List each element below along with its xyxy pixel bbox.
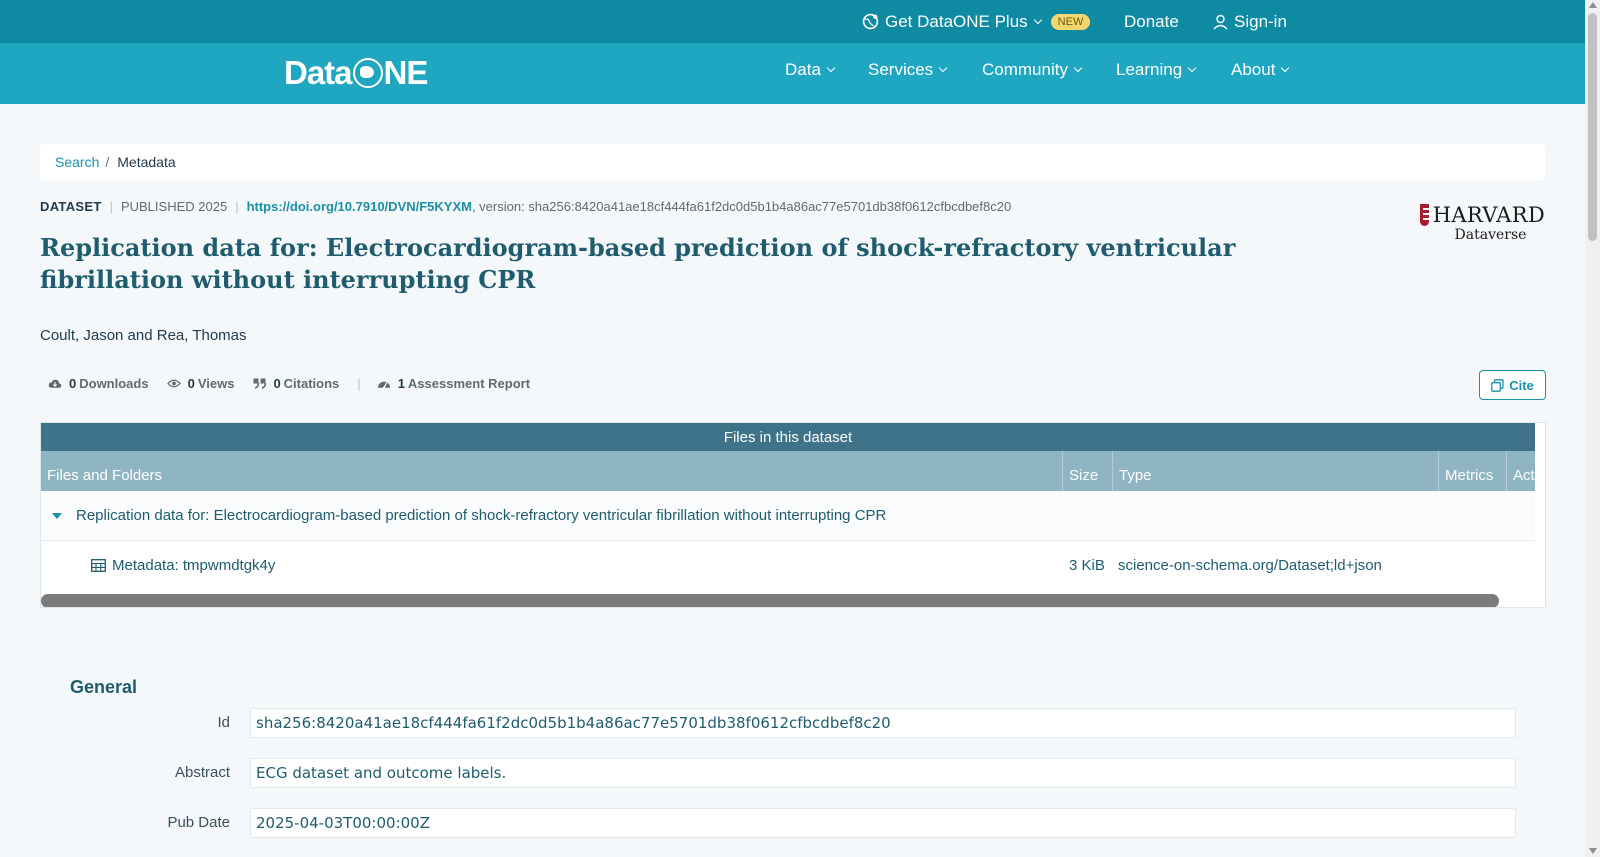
nav-data[interactable]: Data: [785, 60, 836, 80]
table-row[interactable]: Metadata: tmpwmdtgk4y 3 KiB science-on-s…: [41, 541, 1535, 589]
chevron-down-icon: [1073, 63, 1083, 73]
file-name-cell[interactable]: Metadata: tmpwmdtgk4y: [91, 541, 275, 589]
new-badge: NEW: [1050, 13, 1091, 30]
column-header-files[interactable]: Files and Folders: [41, 451, 1063, 491]
page-title: Replication data for: Electrocardiogram-…: [40, 233, 1236, 294]
package-row[interactable]: Replication data for: Electrocardiogram-…: [41, 491, 1535, 541]
breadcrumb-current: Metadata: [117, 154, 176, 170]
globe-icon: [862, 13, 879, 30]
views-count: 0: [187, 376, 195, 391]
column-header-metrics[interactable]: Metrics: [1439, 451, 1507, 491]
id-label: Id: [217, 714, 230, 731]
harvard-dataverse-logo[interactable]: HARVARD Dataverse: [1420, 203, 1545, 243]
logo-text-right: NE: [383, 54, 429, 91]
dataset-meta-line: DATASET | PUBLISHED 2025 | https://doi.o…: [40, 199, 1011, 214]
harvard-shield-icon: [1420, 204, 1435, 226]
metrics-divider: |: [357, 376, 361, 391]
chevron-down-icon: [826, 63, 836, 73]
nav-community-label: Community: [982, 60, 1068, 79]
chevron-down-icon: [1281, 63, 1290, 73]
version-text: , version: sha256:8420a41ae18cf444fa61f2…: [471, 199, 1012, 214]
cite-button[interactable]: Cite: [1479, 370, 1546, 400]
eye-icon: [166, 378, 181, 390]
globe-logo-icon: [352, 58, 383, 88]
meta-divider: |: [109, 199, 113, 214]
citations-metric[interactable]: 0 Citations: [252, 376, 339, 391]
repository-sub: Dataverse: [1454, 227, 1527, 243]
files-table-header: Files and Folders Size Type Metrics Act: [41, 451, 1535, 491]
files-table-caption: Files in this dataset: [41, 423, 1535, 451]
cite-label: Cite: [1509, 377, 1534, 393]
file-name: Metadata: tmpwmdtgk4y: [112, 556, 276, 574]
chevron-down-icon: [1187, 63, 1197, 73]
nav-data-label: Data: [785, 60, 821, 79]
id-value: sha256:8420a41ae18cf444fa61f2dc0d5b1b4a8…: [250, 708, 1516, 738]
downloads-count: 0: [69, 376, 77, 391]
get-dataone-plus-label: Get DataONE Plus: [885, 11, 1028, 31]
assessment-metric[interactable]: 1 Assessment Report: [377, 376, 530, 391]
authors: Coult, Jason and Rea, Thomas: [40, 327, 247, 344]
copy-icon: [1491, 378, 1504, 392]
sign-in-label: Sign-in: [1234, 11, 1287, 31]
caret-down-icon[interactable]: [52, 512, 62, 519]
downloads-metric[interactable]: 0 Downloads: [48, 376, 149, 391]
nav-services[interactable]: Services: [868, 60, 948, 80]
assessment-label: Assessment Report: [407, 376, 531, 391]
breadcrumb: Search / Metadata: [40, 144, 1545, 180]
citations-count: 0: [273, 376, 281, 391]
general-heading: General: [70, 677, 138, 697]
column-header-actions[interactable]: Act: [1507, 451, 1545, 491]
scrollbar-thumb[interactable]: [1588, 13, 1597, 241]
column-header-size[interactable]: Size: [1063, 451, 1113, 491]
dataset-type-label: DATASET: [40, 199, 102, 214]
doi-link[interactable]: https://doi.org/10.7910/DVN/F5KYXM: [247, 199, 472, 214]
nav-community[interactable]: Community: [982, 60, 1083, 80]
table-icon: [91, 558, 106, 572]
chevron-down-icon: [938, 63, 948, 73]
abstract-label: Abstract: [174, 764, 230, 781]
nav-learning-label: Learning: [1116, 60, 1183, 79]
gauge-icon: [377, 378, 391, 390]
views-metric[interactable]: 0 Views: [166, 376, 235, 391]
chevron-down-icon: [1033, 15, 1042, 24]
table-horizontal-scrollbar[interactable]: [41, 594, 1499, 607]
nav-about[interactable]: About: [1231, 60, 1290, 80]
sign-in-link[interactable]: Sign-in: [1213, 0, 1287, 43]
assessment-count: 1: [397, 376, 405, 391]
nav-learning[interactable]: Learning: [1116, 60, 1197, 80]
package-name: Replication data for: Electrocardiogram-…: [76, 507, 887, 524]
pub-date-label: Pub Date: [167, 814, 230, 831]
cloud-download-icon: [48, 378, 62, 390]
logo-text-left: Data: [284, 54, 353, 91]
nav-services-label: Services: [868, 60, 934, 79]
published-label: PUBLISHED 2025: [120, 199, 228, 214]
top-bar: Get DataONE Plus NEW Donate Sign-in: [0, 0, 1585, 43]
breadcrumb-separator: /: [105, 154, 110, 170]
downloads-label: Downloads: [79, 376, 149, 391]
files-table: Files in this dataset Files and Folders …: [40, 422, 1546, 608]
scroll-up-icon[interactable]: [1589, 2, 1597, 8]
metrics-bar: 0 Downloads 0 Views 0 Citations | 1 Asse…: [48, 376, 548, 391]
get-dataone-plus-menu[interactable]: Get DataONE Plus NEW: [862, 0, 1091, 43]
citations-label: Citations: [283, 376, 340, 391]
scroll-down-icon[interactable]: [1589, 848, 1597, 854]
meta-divider: |: [235, 199, 239, 214]
breadcrumb-search-link[interactable]: Search: [55, 154, 99, 170]
views-label: Views: [197, 376, 235, 391]
pub-date-value: 2025-04-03T00:00:00Z: [250, 808, 1516, 838]
page-scrollbar[interactable]: [1585, 0, 1600, 857]
nav-about-label: About: [1231, 60, 1276, 79]
user-icon: [1213, 14, 1228, 30]
file-type: science-on-schema.org/Dataset;ld+json: [1118, 556, 1382, 574]
dataone-logo[interactable]: Data NE: [284, 53, 429, 93]
abstract-value: ECG dataset and outcome labels.: [250, 758, 1516, 788]
quote-icon: [252, 378, 266, 390]
repository-name: HARVARD: [1432, 203, 1545, 227]
column-header-type[interactable]: Type: [1113, 451, 1439, 491]
donate-link[interactable]: Donate: [1124, 0, 1179, 43]
file-size: 3 KiB: [1069, 556, 1105, 574]
